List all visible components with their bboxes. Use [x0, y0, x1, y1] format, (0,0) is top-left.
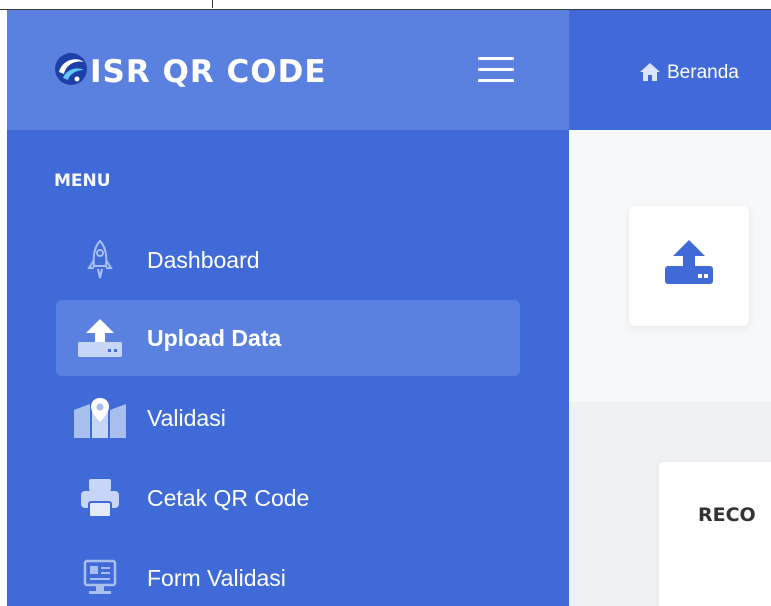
page-title-band [569, 130, 771, 402]
rocket-icon [72, 235, 128, 285]
sidebar-item-label: Validasi [147, 404, 226, 431]
sidebar-item-label: Cetak QR Code [147, 484, 310, 511]
menu-section-title: MENU [54, 171, 111, 191]
sidebar-item-form-validasi[interactable]: Form Validasi [56, 540, 520, 606]
logo-icon [55, 53, 87, 85]
main-content: RECO [569, 130, 771, 606]
sidebar-item-label: Form Validasi [147, 564, 286, 591]
records-panel: RECO [659, 462, 771, 606]
app-brand: ISR QR CODE [90, 54, 327, 90]
sidebar-item-validasi[interactable]: Validasi [56, 380, 520, 456]
home-icon [640, 63, 660, 81]
sidebar-item-cetak-qr-code[interactable]: Cetak QR Code [56, 460, 520, 536]
top-edge-strip [0, 0, 771, 10]
sidebar-item-label: Upload Data [147, 324, 282, 351]
sidebar-item-label: Dashboard [147, 246, 260, 273]
upload-icon [72, 313, 128, 363]
map-icon [72, 393, 128, 443]
page-icon-card [629, 206, 749, 326]
sidebar: ISR QR CODE MENU Dashboard Upload Data V… [7, 10, 569, 606]
sidebar-item-upload-data[interactable]: Upload Data [56, 300, 520, 376]
panel-title: RECO [698, 504, 756, 526]
upload-icon [665, 240, 713, 284]
sidebar-item-dashboard[interactable]: Dashboard [56, 222, 520, 298]
breadcrumb-home[interactable]: Beranda [667, 62, 771, 84]
app-frame: ISR QR CODE MENU Dashboard Upload Data V… [7, 10, 771, 606]
hamburger-menu-icon[interactable] [478, 57, 514, 85]
monitor-icon [72, 553, 128, 603]
top-header: Beranda [569, 10, 771, 130]
printer-icon [72, 473, 128, 523]
strip-marker [212, 0, 213, 8]
sidebar-header: ISR QR CODE [7, 10, 569, 130]
